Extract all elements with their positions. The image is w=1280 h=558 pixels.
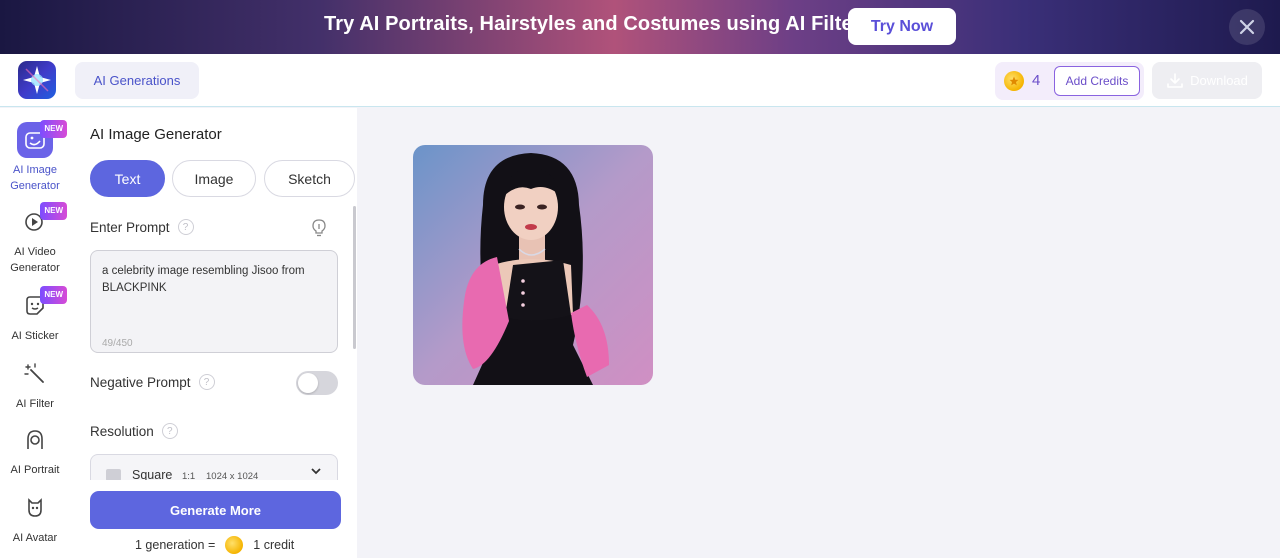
- sidebar-item-ai-avatar[interactable]: AI Avatar: [0, 490, 70, 546]
- download-label: Download: [1190, 73, 1248, 88]
- sidebar-item-label: AI Sticker: [11, 330, 59, 342]
- generation-cost: 1 generation = 1 credit: [135, 536, 294, 554]
- negative-prompt-row: Negative Prompt ?: [90, 374, 215, 390]
- chevron-down-icon: [311, 468, 321, 475]
- logo-icon: [23, 66, 51, 94]
- promo-banner-text: Try AI Portraits, Hairstyles and Costume…: [324, 13, 872, 35]
- credit-count: 4: [1032, 72, 1041, 89]
- generated-portrait-illustration: [413, 145, 653, 385]
- cost-right-text: 1 credit: [253, 538, 295, 552]
- sidebar-item-ai-portrait[interactable]: AI Portrait: [0, 422, 70, 478]
- try-now-button[interactable]: Try Now: [848, 8, 956, 45]
- download-button[interactable]: Download: [1152, 62, 1262, 99]
- sticker-icon: NEW: [17, 286, 67, 324]
- cost-left-text: 1 generation =: [135, 538, 216, 552]
- top-header: AI Generations 4 Add Credits Download: [0, 54, 1280, 107]
- help-icon[interactable]: ?: [198, 374, 215, 390]
- ai-generations-tab[interactable]: AI Generations: [75, 62, 199, 99]
- negative-prompt-toggle[interactable]: [296, 371, 338, 395]
- coin-icon: [225, 536, 244, 554]
- tool-sidebar: NEW AI Image Generator NEW AI Video Gene…: [0, 108, 75, 558]
- avatar-icon: [17, 490, 53, 526]
- video-generator-icon: NEW: [17, 202, 67, 240]
- generator-panel: AI Image Generator Text Image Sketch Ent…: [75, 108, 357, 558]
- close-icon: [1239, 19, 1255, 35]
- generated-image[interactable]: [413, 145, 653, 385]
- close-banner-button[interactable]: [1229, 9, 1265, 45]
- resolution-label-row: Resolution ?: [90, 423, 178, 439]
- sidebar-item-label: AI Avatar: [12, 532, 58, 544]
- sidebar-item-ai-filter[interactable]: AI Filter: [0, 356, 70, 412]
- download-icon: [1167, 72, 1183, 88]
- mode-tab-sketch[interactable]: Sketch: [264, 160, 355, 197]
- prompt-textarea[interactable]: a celebrity image resembling Jisoo from …: [90, 250, 338, 353]
- resolution-ratio: 1:1: [182, 471, 196, 480]
- new-badge: NEW: [40, 202, 67, 220]
- image-generator-icon: NEW: [17, 120, 67, 158]
- portrait-icon: [17, 422, 53, 458]
- mode-tab-image[interactable]: Image: [172, 160, 256, 197]
- resolution-name: Square: [132, 468, 173, 480]
- sidebar-item-label: AI Filter: [16, 398, 54, 410]
- sidebar-item-ai-image-generator[interactable]: NEW AI Image Generator: [0, 120, 70, 194]
- prompt-char-count: 49/450: [102, 338, 133, 349]
- resolution-select[interactable]: Square 1:1 1024 x 1024: [90, 454, 338, 480]
- lightbulb-icon[interactable]: [310, 218, 328, 238]
- sidebar-item-label: AI Image Generator: [10, 164, 60, 192]
- mode-tab-text[interactable]: Text: [90, 160, 165, 197]
- sidebar-item-label: AI Video Generator: [10, 246, 60, 274]
- new-badge: NEW: [40, 286, 67, 304]
- sidebar-item-ai-sticker[interactable]: NEW AI Sticker: [0, 286, 70, 344]
- new-badge: NEW: [40, 120, 67, 138]
- prompt-text: a celebrity image resembling Jisoo from …: [102, 265, 305, 294]
- panel-title: AI Image Generator: [90, 126, 222, 143]
- resolution-label: Resolution: [90, 423, 154, 439]
- square-ratio-icon: [106, 469, 121, 480]
- magic-wand-icon: [17, 356, 53, 392]
- sidebar-item-label: AI Portrait: [10, 464, 60, 476]
- help-icon[interactable]: ?: [161, 423, 178, 439]
- resolution-size: 1024 x 1024: [206, 471, 259, 480]
- sidebar-item-ai-video-generator[interactable]: NEW AI Video Generator: [0, 202, 70, 276]
- app-logo[interactable]: [18, 61, 56, 99]
- promo-banner: Try AI Portraits, Hairstyles and Costume…: [0, 0, 1280, 54]
- generate-more-button[interactable]: Generate More: [90, 491, 341, 529]
- add-credits-button[interactable]: Add Credits: [1054, 66, 1140, 96]
- prompt-label-row: Enter Prompt ?: [90, 219, 194, 235]
- help-icon[interactable]: ?: [177, 219, 194, 235]
- panel-scrollbar[interactable]: [353, 206, 356, 349]
- coin-icon: [1004, 71, 1024, 91]
- prompt-label: Enter Prompt: [90, 219, 170, 235]
- negative-prompt-label: Negative Prompt: [90, 374, 191, 390]
